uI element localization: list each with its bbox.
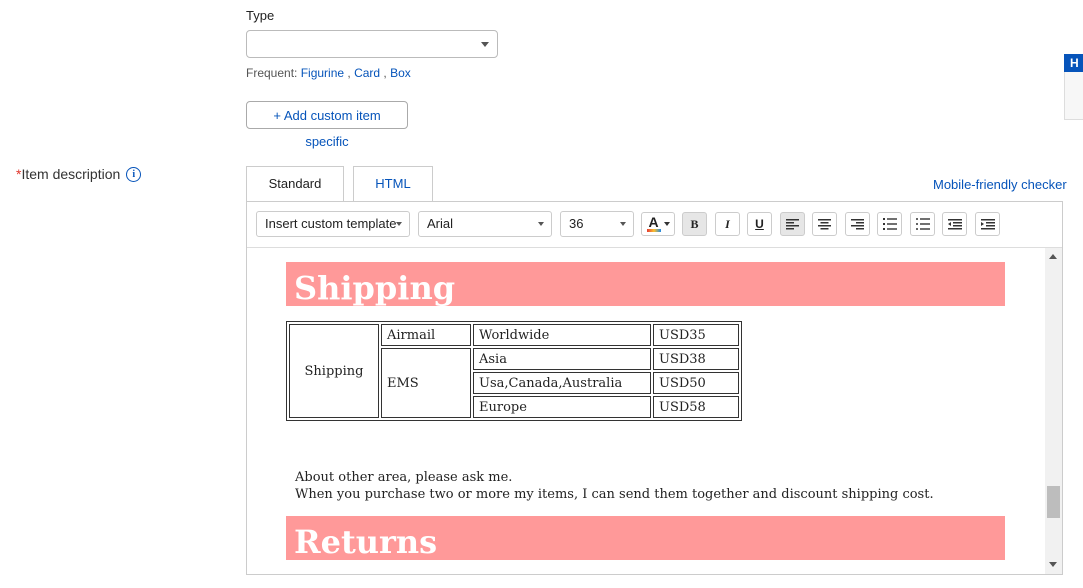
align-right-icon: [851, 218, 864, 229]
frequent-option-box[interactable]: Box: [390, 66, 411, 80]
text-color-icon: A: [646, 214, 661, 232]
scroll-down-arrow-icon[interactable]: [1049, 562, 1057, 567]
item-description-text: Item description: [21, 166, 121, 182]
mobile-friendly-checker-link[interactable]: Mobile-friendly checker: [933, 177, 1067, 192]
frequent-label: Frequent:: [246, 66, 301, 80]
ordered-list-button[interactable]: [877, 212, 902, 236]
font-size-select[interactable]: 36: [560, 211, 634, 237]
info-icon[interactable]: i: [126, 166, 142, 182]
outdent-icon: [947, 218, 962, 229]
insert-template-select[interactable]: Insert custom template: [256, 211, 410, 237]
bold-icon: B: [690, 216, 699, 231]
table-cell: Worldwide: [473, 324, 651, 346]
bold-button[interactable]: B: [682, 212, 707, 236]
table-cell: Shipping: [289, 324, 379, 418]
add-custom-item-specific-button[interactable]: + Add custom item specific: [246, 101, 408, 149]
item-description-label: * Item description i: [16, 166, 142, 182]
font-family-value: Arial: [427, 216, 454, 231]
insert-template-label: Insert custom template: [265, 216, 397, 231]
align-center-icon: [818, 218, 831, 229]
table-cell: USD38: [653, 348, 739, 370]
chevron-down-icon: [620, 222, 626, 226]
chevron-down-icon: [538, 222, 544, 226]
align-right-button[interactable]: [845, 212, 870, 236]
table-cell: Europe: [473, 396, 651, 418]
tab-standard[interactable]: Standard: [246, 166, 344, 202]
unordered-list-button[interactable]: [910, 212, 935, 236]
note-line: When you purchase two or more my items, …: [295, 487, 934, 502]
shipping-heading: Shipping: [294, 269, 456, 307]
editor-content[interactable]: Shipping Shipping Airmail Worldwide USD3…: [247, 248, 1045, 574]
table-cell: EMS: [381, 348, 471, 418]
scrollbar-thumb[interactable]: [1047, 486, 1060, 518]
italic-icon: I: [725, 216, 730, 231]
separator: ,: [380, 66, 391, 80]
align-center-button[interactable]: [812, 212, 837, 236]
shipping-note: About other area, please ask me. When yo…: [295, 469, 934, 503]
note-line: About other area, please ask me.: [295, 470, 513, 485]
shipping-banner: Shipping: [286, 262, 1005, 306]
underline-button[interactable]: U: [747, 212, 772, 236]
type-select[interactable]: [246, 30, 498, 58]
align-left-button[interactable]: [780, 212, 805, 236]
text-color-button[interactable]: A: [641, 212, 675, 236]
frequent-option-card[interactable]: Card: [354, 66, 380, 80]
separator: ,: [344, 66, 355, 80]
indent-button[interactable]: [975, 212, 1000, 236]
frequent-option-figurine[interactable]: Figurine: [301, 66, 344, 80]
indent-icon: [980, 218, 995, 229]
tab-html[interactable]: HTML: [353, 166, 433, 202]
help-panel: [1064, 72, 1083, 120]
text-color-letter: A: [648, 214, 659, 230]
shipping-table: Shipping Airmail Worldwide USD35 EMS Asi…: [286, 321, 742, 421]
font-family-select[interactable]: Arial: [418, 211, 552, 237]
outdent-button[interactable]: [942, 212, 967, 236]
returns-heading: Returns: [294, 523, 438, 561]
underline-icon: U: [755, 217, 764, 231]
table-cell: USD50: [653, 372, 739, 394]
help-tab[interactable]: H: [1064, 54, 1083, 72]
font-size-value: 36: [569, 216, 584, 231]
chevron-down-icon: [481, 42, 489, 47]
type-label: Type: [246, 8, 275, 23]
ordered-list-icon: [882, 218, 897, 230]
table-cell: USD35: [653, 324, 739, 346]
table-row: Shipping Airmail Worldwide USD35: [289, 324, 739, 418]
returns-banner: Returns: [286, 516, 1005, 560]
chevron-down-icon: [396, 222, 402, 226]
frequent-suggestions: Frequent: Figurine , Card , Box: [246, 66, 411, 80]
table-cell: Airmail: [381, 324, 471, 346]
table-cell: Usa,Canada,Australia: [473, 372, 651, 394]
scroll-up-arrow-icon[interactable]: [1049, 254, 1057, 259]
table-cell: Asia: [473, 348, 651, 370]
align-left-icon: [786, 218, 799, 229]
table-cell: USD58: [653, 396, 739, 418]
editor-scrollbar[interactable]: [1045, 248, 1062, 574]
italic-button[interactable]: I: [715, 212, 740, 236]
chevron-down-icon: [663, 222, 670, 226]
unordered-list-icon: [915, 218, 930, 230]
